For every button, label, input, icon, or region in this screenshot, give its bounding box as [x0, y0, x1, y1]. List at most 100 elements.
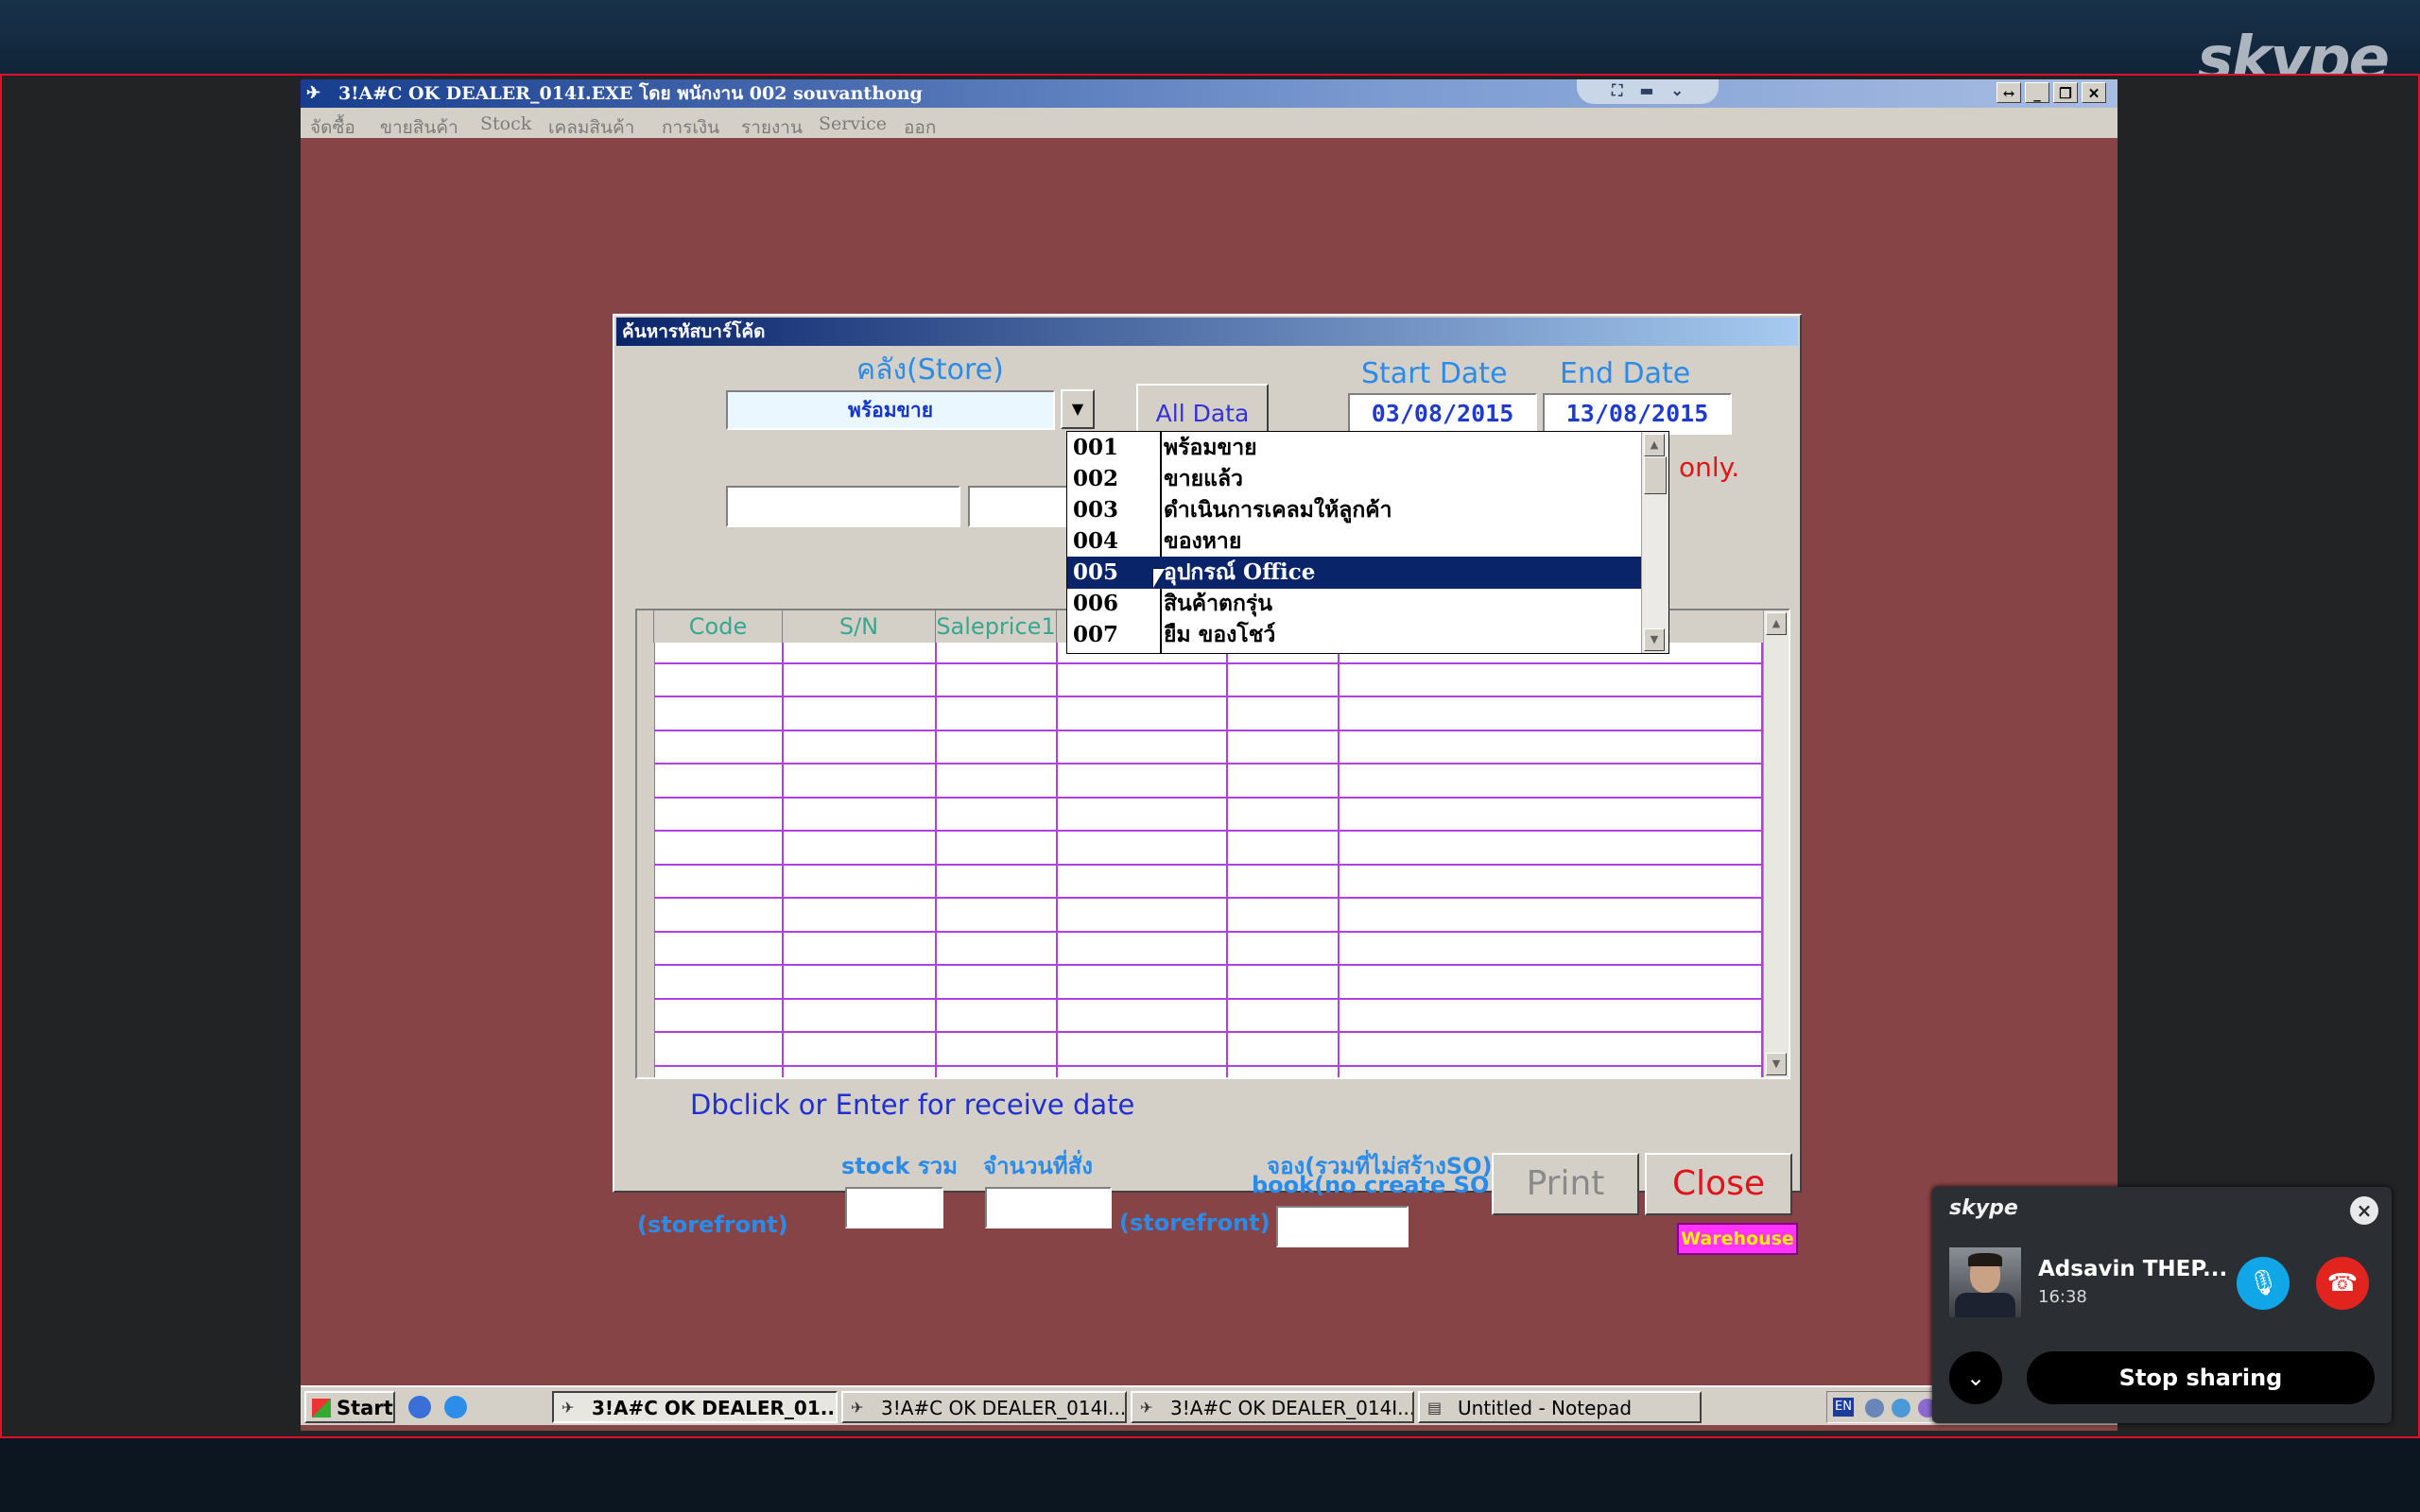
grid-vertical-scrollbar[interactable]: ▲ ▼: [1763, 610, 1789, 1077]
taskbar-item-label: Untitled - Notepad: [1458, 1397, 1633, 1419]
close-window-button[interactable]: ✕: [2082, 82, 2106, 103]
network-icon[interactable]: [1865, 1399, 1884, 1418]
store-dropdown-list[interactable]: 001 พร้อมขาย 002 ขายแล้ว 003 ดำเนินการเคลมใ…: [1066, 431, 1669, 654]
microphone-icon[interactable]: 🎙: [2237, 1257, 2290, 1310]
column-header-saleprice1[interactable]: Saleprice1: [936, 610, 1057, 643]
remote-desktop: ✈ 3!A#C OK DEALER_014I.EXE โดย พนักงาน 0…: [301, 79, 2118, 1431]
taskbar-item-dealer-3[interactable]: ✈ 3!A#C OK DEALER_014I...: [1131, 1391, 1414, 1423]
column-header-code[interactable]: Code: [654, 610, 783, 643]
dropdown-scrollbar[interactable]: ▲ ▼: [1641, 432, 1668, 653]
app-icon: ✈: [562, 1399, 575, 1417]
taskbar-item-dealer-2[interactable]: ✈ 3!A#C OK DEALER_014I...: [841, 1391, 1127, 1423]
chevron-down-icon[interactable]: ⌄: [1949, 1351, 2002, 1404]
menu-bar: จัดซื้อ ขายสินค้า Stock เคลมสินค้า การเง…: [301, 108, 2118, 138]
show-desktop-icon[interactable]: [408, 1396, 431, 1418]
order-qty-field[interactable]: [985, 1187, 1112, 1228]
storefront-label-left: (storefront): [637, 1211, 788, 1238]
receive-date-hint: Dbclick or Enter for receive date: [690, 1089, 1135, 1121]
skype-call-panel: skype × Adsavin THEP... 16:38 🎙 ☎ ⌄ Stop…: [1932, 1187, 2392, 1423]
booking-field[interactable]: [1276, 1206, 1409, 1247]
call-duration: 16:38: [2038, 1287, 2087, 1307]
row-selector-column: [637, 643, 655, 1077]
start-date-label: Start Date: [1361, 357, 1508, 390]
close-icon[interactable]: ×: [2350, 1196, 2378, 1225]
dropdown-item[interactable]: 001 พร้อมขาย: [1067, 432, 1642, 464]
menu-purchase[interactable]: จัดซื้อ: [310, 113, 355, 142]
windows-logo-icon: [312, 1399, 331, 1418]
windows-taskbar: Start ✈ 3!A#C OK DEALER_01... ✈ 3!A#C OK…: [301, 1385, 2118, 1425]
results-grid[interactable]: Code S/N Saleprice1 ▲ ▼: [635, 609, 1790, 1079]
minimize-button[interactable]: _: [2025, 82, 2049, 103]
hang-up-icon[interactable]: ☎: [2316, 1257, 2369, 1310]
remote-connection-bar[interactable]: ⛶ ▬ ⌄: [1577, 79, 1719, 104]
minimize-bar-icon[interactable]: ▬: [1639, 79, 1653, 104]
stock-total-field[interactable]: [845, 1187, 943, 1228]
skype-footer-bar: [0, 1438, 2420, 1512]
column-header-sn[interactable]: S/N: [783, 610, 936, 643]
menu-exit[interactable]: ออก: [904, 113, 936, 142]
scroll-down-icon[interactable]: ▼: [1644, 628, 1665, 651]
dropdown-item[interactable]: 002 ขายแล้ว: [1067, 463, 1642, 495]
tray-app-icon[interactable]: [1892, 1399, 1910, 1418]
taskbar-item-dealer-1[interactable]: ✈ 3!A#C OK DEALER_01...: [552, 1391, 838, 1423]
taskbar-item-label: 3!A#C OK DEALER_014I...: [1170, 1397, 1414, 1419]
storefront-label-right: (storefront): [1119, 1210, 1270, 1236]
menu-finance[interactable]: การเงิน: [662, 113, 719, 142]
store-combobox[interactable]: พร้อมขาย: [726, 390, 1055, 430]
dropdown-item[interactable]: 007 ยืม ของโชว์: [1067, 619, 1642, 651]
skype-panel-logo: skype: [1949, 1196, 2018, 1220]
menu-service[interactable]: Service: [819, 113, 887, 134]
mouse-cursor-icon: [1153, 569, 1165, 588]
end-date-label: End Date: [1560, 357, 1691, 390]
grid-lines: [654, 643, 1764, 1077]
scrollbar-thumb[interactable]: [1644, 456, 1667, 494]
start-date-field[interactable]: 03/08/2015: [1348, 393, 1537, 435]
warehouse-button[interactable]: Warehouse: [1677, 1223, 1798, 1255]
taskbar-item-notepad[interactable]: ▤ Untitled - Notepad: [1418, 1391, 1702, 1423]
taskbar-item-label: 3!A#C OK DEALER_01...: [592, 1397, 838, 1419]
language-indicator[interactable]: EN: [1833, 1398, 1854, 1417]
store-dropdown-button[interactable]: ▼: [1061, 389, 1095, 429]
chevron-down-icon: ▼: [1071, 400, 1084, 418]
menu-sales[interactable]: ขายสินค้า: [380, 113, 458, 142]
caller-name: Adsavin THEP...: [2038, 1257, 2228, 1281]
menu-claim[interactable]: เคลมสินค้า: [548, 113, 634, 142]
dropdown-item[interactable]: 004 ของหาย: [1067, 525, 1642, 558]
notepad-icon: ▤: [1427, 1399, 1443, 1417]
store-label: คลัง(Store): [856, 353, 1004, 387]
avatar: [1949, 1247, 2021, 1317]
order-qty-label: จำนวนที่สั่ง: [983, 1153, 1094, 1179]
start-label: Start: [337, 1397, 393, 1419]
stop-sharing-button[interactable]: Stop sharing: [2027, 1351, 2375, 1404]
barcode-search-input[interactable]: [726, 486, 960, 527]
stock-total-label: stock รวม: [841, 1153, 958, 1179]
taskbar-item-label: 3!A#C OK DEALER_014I...: [881, 1397, 1127, 1419]
app-icon: ✈: [306, 83, 321, 103]
fullscreen-icon[interactable]: ⛶: [1612, 79, 1622, 104]
scroll-up-icon[interactable]: ▲: [1766, 612, 1787, 635]
internet-explorer-icon[interactable]: [444, 1396, 467, 1418]
app-title-bar: ✈ 3!A#C OK DEALER_014I.EXE โดย พนักงาน 0…: [301, 79, 2118, 108]
app-icon: ✈: [1140, 1399, 1153, 1417]
start-button[interactable]: Start: [304, 1391, 395, 1423]
dropdown-item[interactable]: 003 ดำเนินการเคลมให้ลูกค้า: [1067, 494, 1642, 526]
scroll-down-icon[interactable]: ▼: [1766, 1053, 1787, 1075]
print-button[interactable]: Print: [1492, 1153, 1639, 1215]
menu-stock[interactable]: Stock: [480, 113, 531, 134]
row-selector-header: [637, 610, 654, 643]
dialog-title: ค้นหารหัสบาร์โค้ด: [616, 318, 1798, 346]
app-title: 3!A#C OK DEALER_014I.EXE โดย พนักงาน 002…: [338, 83, 923, 104]
skype-header-bar: skype: [0, 0, 2420, 94]
dropdown-item[interactable]: 006 สินค้าตกรุ่น: [1067, 588, 1642, 620]
chevron-down-icon[interactable]: ⌄: [1670, 79, 1683, 104]
app-icon: ✈: [851, 1399, 864, 1417]
resize-icon[interactable]: ↔: [1996, 82, 2021, 103]
close-button[interactable]: Close: [1645, 1153, 1792, 1215]
all-data-button[interactable]: All Data: [1136, 384, 1269, 433]
menu-report[interactable]: รายงาน: [741, 113, 803, 142]
booking-label-en: book(no create SO): [1252, 1172, 1500, 1198]
end-date-field[interactable]: 13/08/2015: [1543, 393, 1732, 435]
only-label: only.: [1679, 452, 1740, 483]
scroll-up-icon[interactable]: ▲: [1644, 434, 1665, 456]
restore-button[interactable]: ❐: [2053, 82, 2078, 103]
